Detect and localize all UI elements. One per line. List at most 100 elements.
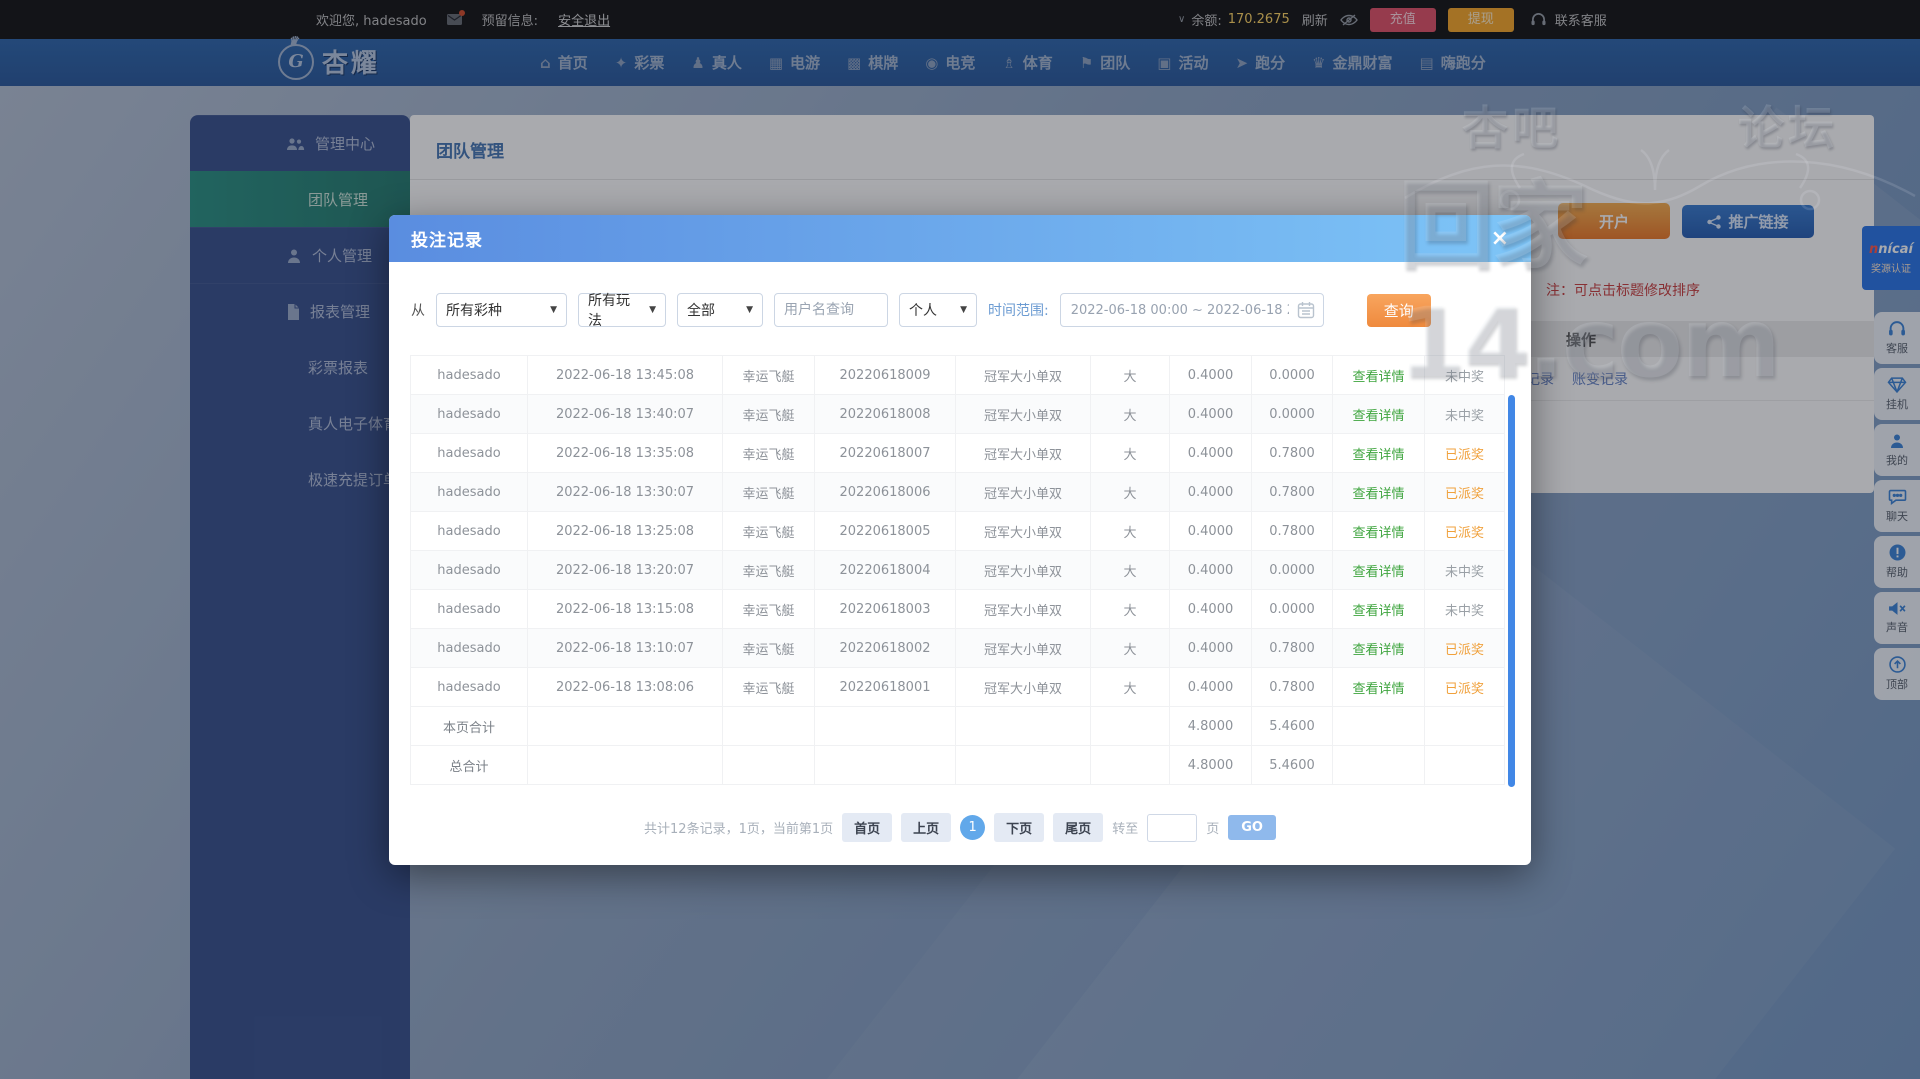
table-scrollbar[interactable] [1508,395,1515,787]
cell-issue: 20220618008 [815,395,956,434]
cell-username: hadesado [411,356,528,395]
cell-time: 2022-06-18 13:20:07 [528,551,723,590]
table-row: hadesado 2022-06-18 13:25:08 幸运飞艇 202206… [411,512,1505,551]
date-range-input[interactable] [1069,302,1291,319]
table-row: hadesado 2022-06-18 13:30:07 幸运飞艇 202206… [411,473,1505,512]
date-range-field[interactable] [1060,293,1324,327]
cell-play-type: 冠军大小单双 [956,434,1091,473]
table-row: hadesado 2022-06-18 13:40:07 幸运飞艇 202206… [411,395,1505,434]
view-detail-link[interactable]: 查看详情 [1333,356,1425,395]
cell-amount: 0.4000 [1170,395,1252,434]
chevron-down-icon: ▼ [550,305,557,315]
cell-lottery: 幸运飞艇 [723,356,815,395]
table-row: hadesado 2022-06-18 13:08:06 幸运飞艇 202206… [411,668,1505,707]
cell-play-type: 冠军大小单双 [956,473,1091,512]
cell-lottery: 幸运飞艇 [723,395,815,434]
cell-lottery: 幸运飞艇 [723,512,815,551]
cell-username: hadesado [411,473,528,512]
view-detail-link[interactable]: 查看详情 [1333,395,1425,434]
pagination-summary: 共计12条记录，1页，当前第1页 [644,818,833,837]
status-badge: 未中奖 [1425,395,1505,434]
current-page-indicator[interactable]: 1 [960,815,985,840]
cell-win: 0.7800 [1252,434,1333,473]
status-badge: 已派奖 [1425,512,1505,551]
view-detail-link[interactable]: 查看详情 [1333,590,1425,629]
query-button[interactable]: 查询 [1367,294,1431,327]
table-row: hadesado 2022-06-18 13:35:08 幸运飞艇 202206… [411,434,1505,473]
cell-time: 2022-06-18 13:08:06 [528,668,723,707]
view-detail-link[interactable]: 查看详情 [1333,629,1425,668]
grand-total-row: 总合计 4.8000 5.4600 [411,746,1505,785]
page-total-row: 本页合计 4.8000 5.4600 [411,707,1505,746]
chevron-down-icon: ▼ [649,305,656,315]
cell-play-type: 冠军大小单双 [956,551,1091,590]
cell-username: hadesado [411,512,528,551]
cell-play-type: 冠军大小单双 [956,512,1091,551]
cell-time: 2022-06-18 13:40:07 [528,395,723,434]
cell-amount: 0.4000 [1170,356,1252,395]
page-unit-label: 页 [1206,818,1219,837]
scope-select[interactable]: 全部▼ [677,293,763,327]
cell-time: 2022-06-18 13:45:08 [528,356,723,395]
page-total-amount: 4.8000 [1170,707,1252,746]
next-page-button[interactable]: 下页 [994,813,1044,842]
table-row: hadesado 2022-06-18 13:45:08 幸运飞艇 202206… [411,356,1505,395]
view-detail-link[interactable]: 查看详情 [1333,512,1425,551]
cell-lottery: 幸运飞艇 [723,668,815,707]
cell-bet-content: 大 [1091,356,1170,395]
cell-time: 2022-06-18 13:25:08 [528,512,723,551]
close-icon[interactable]: × [1491,228,1509,250]
view-detail-link[interactable]: 查看详情 [1333,551,1425,590]
cell-win: 0.0000 [1252,395,1333,434]
play-type-select[interactable]: 所有玩法▼ [578,293,666,327]
last-page-button[interactable]: 尾页 [1053,813,1103,842]
view-detail-link[interactable]: 查看详情 [1333,434,1425,473]
cell-amount: 0.4000 [1170,512,1252,551]
cell-username: hadesado [411,668,528,707]
cell-bet-content: 大 [1091,668,1170,707]
bet-records-table: hadesado 2022-06-18 13:45:08 幸运飞艇 202206… [410,355,1505,785]
modal-header: 投注记录 × [389,215,1531,262]
go-button[interactable]: GO [1228,815,1276,840]
chevron-down-icon: ▼ [746,305,753,315]
view-detail-link[interactable]: 查看详情 [1333,473,1425,512]
view-detail-link[interactable]: 查看详情 [1333,668,1425,707]
first-page-button[interactable]: 首页 [842,813,892,842]
lottery-type-select[interactable]: 所有彩种▼ [436,293,567,327]
cell-lottery: 幸运飞艇 [723,629,815,668]
modal-title: 投注记录 [411,226,483,251]
goto-page-input[interactable] [1147,814,1197,842]
cell-amount: 0.4000 [1170,668,1252,707]
cell-lottery: 幸运飞艇 [723,473,815,512]
grand-total-amount: 4.8000 [1170,746,1252,785]
cell-play-type: 冠军大小单双 [956,629,1091,668]
cell-time: 2022-06-18 13:15:08 [528,590,723,629]
cell-amount: 0.4000 [1170,590,1252,629]
cell-play-type: 冠军大小单双 [956,356,1091,395]
username-search-input[interactable] [774,293,888,327]
target-select[interactable]: 个人▼ [899,293,977,327]
calendar-icon[interactable] [1297,301,1315,319]
cell-win: 0.7800 [1252,473,1333,512]
status-badge: 已派奖 [1425,668,1505,707]
cell-win: 0.0000 [1252,356,1333,395]
cell-lottery: 幸运飞艇 [723,434,815,473]
cell-lottery: 幸运飞艇 [723,590,815,629]
cell-amount: 0.4000 [1170,551,1252,590]
cell-win: 0.7800 [1252,668,1333,707]
prev-page-button[interactable]: 上页 [901,813,951,842]
status-badge: 已派奖 [1425,629,1505,668]
time-range-label: 时间范围: [988,300,1049,320]
cell-username: hadesado [411,590,528,629]
goto-label: 转至 [1112,818,1138,837]
cell-bet-content: 大 [1091,629,1170,668]
cell-issue: 20220618007 [815,434,956,473]
cell-amount: 0.4000 [1170,629,1252,668]
cell-amount: 0.4000 [1170,473,1252,512]
status-badge: 未中奖 [1425,551,1505,590]
cell-time: 2022-06-18 13:35:08 [528,434,723,473]
cell-bet-content: 大 [1091,590,1170,629]
pagination-bar: 共计12条记录，1页，当前第1页 首页 上页 1 下页 尾页 转至 页 GO [389,813,1531,842]
cell-time: 2022-06-18 13:10:07 [528,629,723,668]
cell-win: 0.7800 [1252,512,1333,551]
